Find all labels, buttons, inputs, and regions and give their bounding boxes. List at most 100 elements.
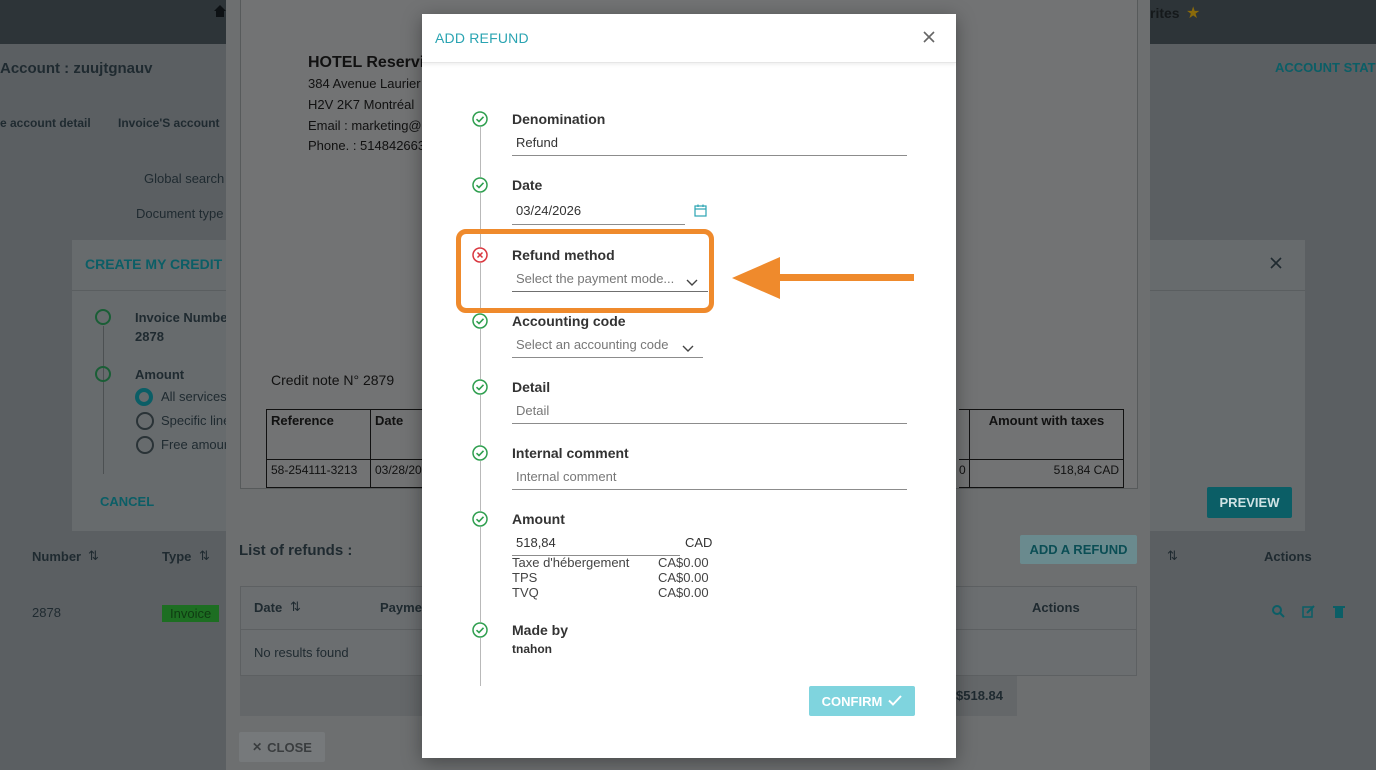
sort-icon[interactable]: ⇅ xyxy=(88,548,99,564)
tab-invoice-account[interactable]: Invoice'S account xyxy=(118,116,220,130)
accounting-code-placeholder: Select an accounting code xyxy=(516,337,669,352)
search-icon[interactable] xyxy=(1272,605,1285,623)
row-number: 2878 xyxy=(32,605,61,620)
no-results-text: No results found xyxy=(254,645,349,660)
amount-currency: CAD xyxy=(685,535,713,550)
denomination-value: Refund xyxy=(516,135,558,150)
add-refund-header: ADD REFUND xyxy=(422,14,956,63)
edit-icon[interactable] xyxy=(1302,605,1315,623)
tax-name: TVQ xyxy=(512,585,539,600)
refund-list-title: List of refunds : xyxy=(239,542,353,559)
close-icon: ✕ xyxy=(252,740,263,754)
made-by-value: tnahon xyxy=(512,642,552,656)
arrow-icon xyxy=(732,257,914,299)
refund-total: $518.84 xyxy=(956,688,1003,703)
close-icon[interactable] xyxy=(1270,256,1282,274)
credit-note-number: Credit note N° 2879 xyxy=(271,372,395,388)
radio-specific-line[interactable] xyxy=(136,412,154,430)
option-all-services: All services xyxy=(161,389,227,404)
home-icon[interactable] xyxy=(214,4,226,17)
confirm-button[interactable]: CONFIRM xyxy=(809,686,915,716)
cancel-button[interactable]: CANCEL xyxy=(100,494,154,509)
tax-value: CA$0.00 xyxy=(658,570,709,585)
denomination-input[interactable]: Refund xyxy=(512,134,907,156)
star-icon[interactable]: ★ xyxy=(1186,3,1200,23)
option-specific-line: Specific line xyxy=(161,413,231,428)
amount-value: 518,84 xyxy=(516,535,556,550)
invoice-number-value: 2878 xyxy=(135,329,164,344)
credit-modal-title: CREATE MY CREDIT NO xyxy=(85,256,248,272)
account-statement-button[interactable]: ACCOUNT STATE xyxy=(1275,60,1376,75)
credit-note-table-left: Reference Date 58-254111-3213 03/28/202 xyxy=(266,409,440,488)
check-circle-icon xyxy=(472,111,488,127)
col-number[interactable]: Number xyxy=(32,549,81,564)
global-search-label: Global search xyxy=(144,171,225,186)
add-refund-title: ADD REFUND xyxy=(435,30,529,46)
sort-icon[interactable]: ⇅ xyxy=(1167,548,1178,564)
close-button-label: CLOSE xyxy=(267,739,312,755)
detail-label: Detail xyxy=(512,379,551,395)
refund-col-actions: Actions xyxy=(1032,600,1080,615)
accounting-code-select[interactable]: Select an accounting code xyxy=(512,336,703,358)
internal-comment-input[interactable]: Internal comment xyxy=(512,468,907,490)
chevron-down-icon[interactable] xyxy=(682,340,694,358)
confirm-button-label: CONFIRM xyxy=(821,693,883,709)
refund-col-date[interactable]: Date xyxy=(254,600,282,615)
document-type-label: Document type xyxy=(136,206,224,221)
option-free-amount: Free amour xyxy=(161,437,229,452)
sort-icon[interactable]: ⇅ xyxy=(290,599,301,615)
check-icon xyxy=(95,366,111,382)
amount-input[interactable]: 518,84 xyxy=(512,534,680,556)
invoice-badge: Invoice xyxy=(162,605,220,622)
add-a-refund-button[interactable]: ADD A REFUND xyxy=(1020,535,1137,564)
row-mid: 0 xyxy=(959,459,970,488)
close-button[interactable]: ✕ CLOSE xyxy=(239,732,325,762)
detail-placeholder: Detail xyxy=(516,403,550,418)
preview-button[interactable]: PREVIEW xyxy=(1207,487,1292,518)
hotel-address-line2: H2V 2K7 Montréal xyxy=(308,97,415,112)
refund-col-payment[interactable]: Payme xyxy=(380,600,422,615)
credit-timeline-line xyxy=(103,326,104,474)
trash-icon[interactable] xyxy=(1333,605,1345,623)
check-circle-icon xyxy=(472,622,488,638)
internal-comment-label: Internal comment xyxy=(512,445,629,461)
invoice-number-label: Invoice Numbe xyxy=(135,310,228,325)
tax-value: CA$0.00 xyxy=(658,585,709,600)
internal-comment-placeholder: Internal comment xyxy=(516,469,617,484)
highlight-box xyxy=(456,229,714,313)
hotel-name: HOTEL Reservi xyxy=(308,54,425,71)
sort-icon[interactable]: ⇅ xyxy=(199,548,210,564)
detail-input[interactable]: Detail xyxy=(512,402,907,424)
tax-name: TPS xyxy=(512,570,538,585)
date-value: 03/24/2026 xyxy=(516,203,582,218)
check-circle-icon xyxy=(472,445,488,461)
tax-name: Taxe d'hébergement xyxy=(512,555,630,570)
tab-account-detail[interactable]: e account detail xyxy=(0,116,91,130)
calendar-icon[interactable] xyxy=(694,204,707,222)
check-circle-icon xyxy=(472,177,488,193)
denomination-label: Denomination xyxy=(512,111,606,127)
radio-all-services[interactable] xyxy=(135,388,153,406)
hotel-phone: Phone. : 514842663 xyxy=(308,138,426,153)
hotel-address-line1: 384 Avenue Laurier xyxy=(308,76,421,91)
credit-note-table-right: Amount with taxes 0 518,84 CAD xyxy=(959,409,1124,488)
col-actions: Actions xyxy=(1264,549,1312,564)
close-icon[interactable] xyxy=(920,28,938,46)
account-title: Account : zuujtgnauv xyxy=(0,60,153,77)
radio-free-amount[interactable] xyxy=(136,436,154,454)
tax-value: CA$0.00 xyxy=(658,555,709,570)
checkmark-icon xyxy=(888,694,903,709)
made-by-label: Made by xyxy=(512,622,569,638)
amount-label: Amount xyxy=(135,367,185,382)
col-amount-with-taxes: Amount with taxes xyxy=(969,409,1124,460)
favorites-link[interactable]: rites xyxy=(1150,5,1180,21)
hotel-email: Email : marketing@ xyxy=(308,118,422,133)
check-circle-icon xyxy=(472,511,488,527)
accounting-code-label: Accounting code xyxy=(512,313,626,329)
date-label: Date xyxy=(512,177,543,193)
check-circle-icon xyxy=(472,313,488,329)
date-input[interactable]: 03/24/2026 xyxy=(512,202,685,225)
col-type[interactable]: Type xyxy=(162,549,191,564)
check-icon xyxy=(95,309,111,325)
col-reference: Reference xyxy=(266,409,371,460)
